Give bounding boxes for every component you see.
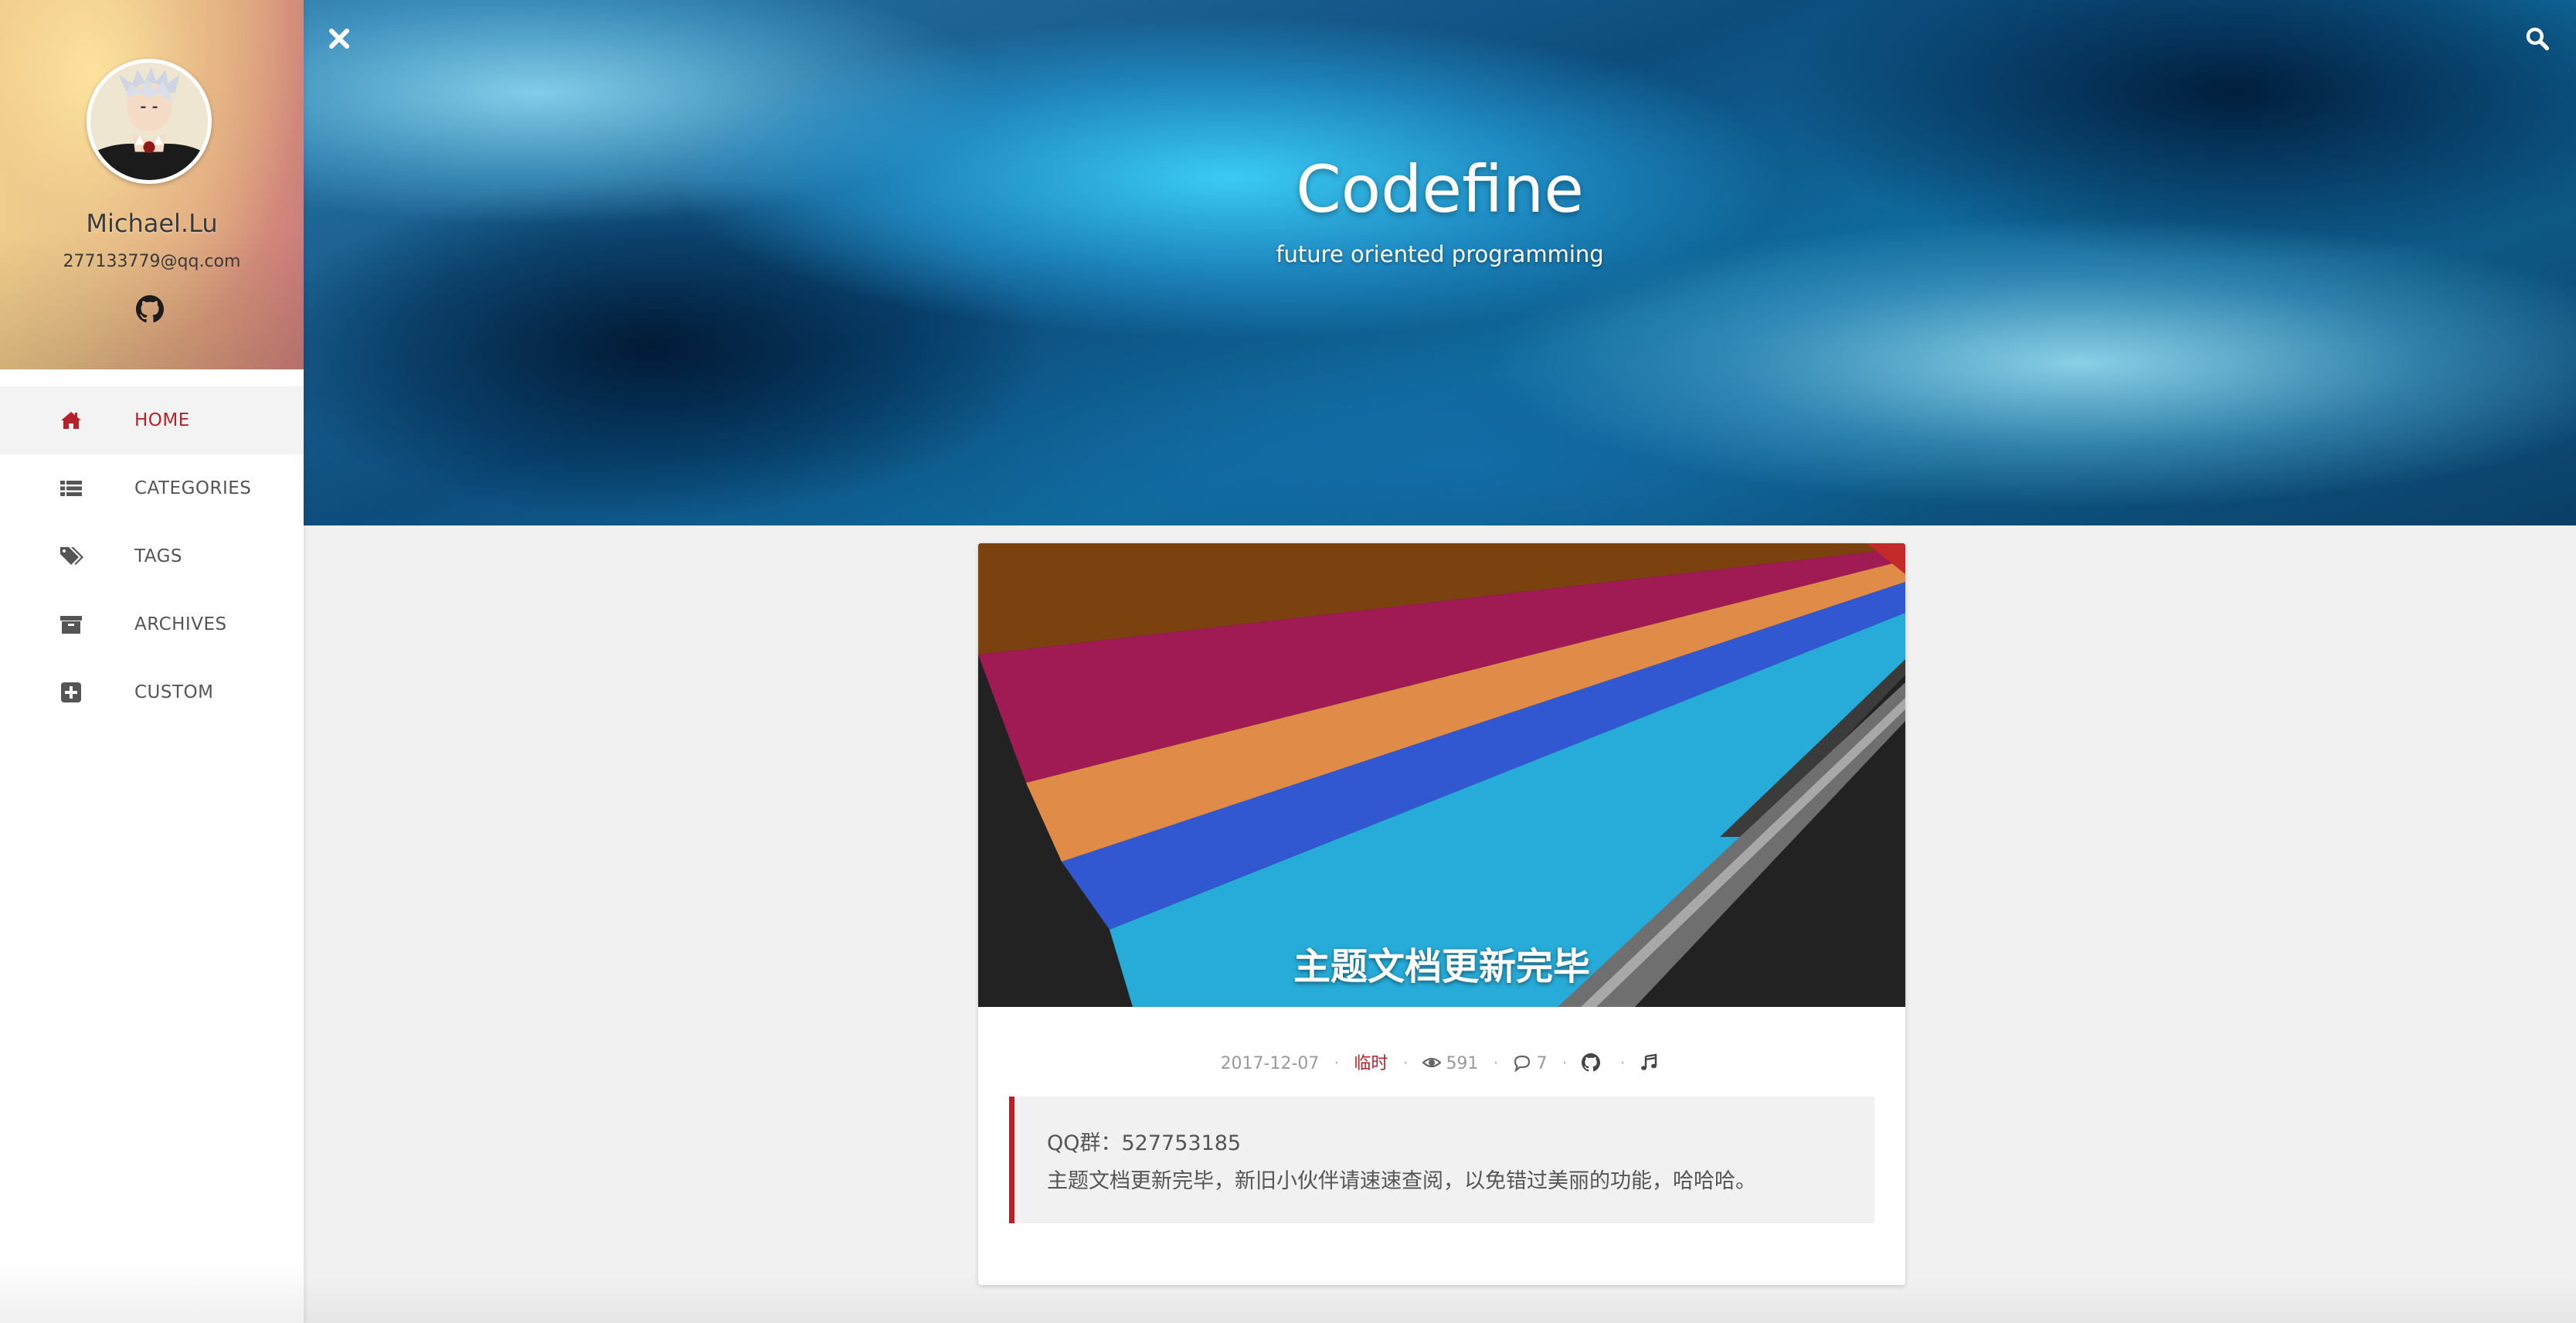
- excerpt-qq-group: QQ群：527753185: [1047, 1131, 1242, 1155]
- sidebar-item-label: CUSTOM: [134, 682, 214, 702]
- avatar-image: [90, 63, 208, 180]
- post-views: 591: [1446, 1054, 1479, 1073]
- profile-name: Michael.Lu: [86, 209, 218, 238]
- sidebar-nav: HOME CATEGORIES TAGS ARCHIVES CUSTOM: [0, 386, 304, 726]
- sidebar-item-tags[interactable]: TAGS: [0, 522, 304, 590]
- eye-icon: [1422, 1053, 1442, 1072]
- plus-square-icon: [59, 680, 83, 705]
- meta-separator: ·: [1334, 1054, 1340, 1073]
- excerpt-text: 主题文档更新完毕，新旧小伙伴请速速查阅，以免错过美丽的功能，哈哈哈。: [1047, 1169, 1756, 1193]
- sidebar-item-label: TAGS: [134, 546, 183, 566]
- meta-separator: ·: [1493, 1054, 1499, 1073]
- sidebar-item-label: HOME: [134, 410, 190, 430]
- post-title[interactable]: 主题文档更新完毕: [978, 936, 1905, 990]
- archive-icon: [59, 612, 83, 637]
- post-meta: 2017-12-07 · 临时 · 591 · 7 · ·: [978, 1049, 1905, 1074]
- post-excerpt: QQ群：527753185 主题文档更新完毕，新旧小伙伴请速速查阅，以免错过美丽…: [1009, 1097, 1874, 1223]
- sidebar-item-home[interactable]: HOME: [0, 386, 304, 454]
- tags-icon: [59, 544, 83, 569]
- page-bottom-fade: [304, 1277, 2576, 1323]
- sidebar-item-categories[interactable]: CATEGORIES: [0, 454, 304, 522]
- sidebar-bottom-fade: [0, 1261, 304, 1323]
- sidebar: Michael.Lu 277133779@qq.com HOME CATEGOR…: [0, 0, 304, 1323]
- comment-icon: [1513, 1053, 1531, 1072]
- post-comments[interactable]: 7: [1536, 1054, 1547, 1073]
- sidebar-item-label: CATEGORIES: [134, 478, 252, 498]
- post-cover-image[interactable]: 主题文档更新完毕: [978, 543, 1905, 1007]
- header-banner: Codefine future oriented programming: [304, 0, 2576, 525]
- sidebar-item-archives[interactable]: ARCHIVES: [0, 590, 304, 658]
- profile-email: 277133779@qq.com: [63, 252, 241, 271]
- meta-separator: ·: [1619, 1054, 1626, 1073]
- avatar[interactable]: [87, 59, 212, 184]
- home-icon: [59, 408, 83, 433]
- meta-separator: ·: [1402, 1054, 1409, 1073]
- meta-separator: ·: [1562, 1054, 1568, 1073]
- sidebar-item-custom[interactable]: CUSTOM: [0, 658, 304, 726]
- profile-card: Michael.Lu 277133779@qq.com: [0, 0, 304, 369]
- close-icon[interactable]: [327, 26, 352, 51]
- post-date: 2017-12-07: [1220, 1054, 1320, 1073]
- github-icon[interactable]: [1582, 1053, 1601, 1072]
- github-icon[interactable]: [136, 295, 164, 323]
- post-category[interactable]: 临时: [1354, 1054, 1388, 1073]
- post-card[interactable]: 主题文档更新完毕 2017-12-07 · 临时 · 591 · 7 · · Q…: [978, 543, 1905, 1285]
- sidebar-item-label: ARCHIVES: [134, 614, 227, 634]
- search-icon[interactable]: [2525, 26, 2553, 54]
- list-icon: [59, 476, 83, 501]
- site-title[interactable]: Codefine: [304, 151, 2576, 227]
- music-icon[interactable]: [1640, 1053, 1658, 1072]
- site-subtitle: future oriented programming: [1276, 241, 1604, 267]
